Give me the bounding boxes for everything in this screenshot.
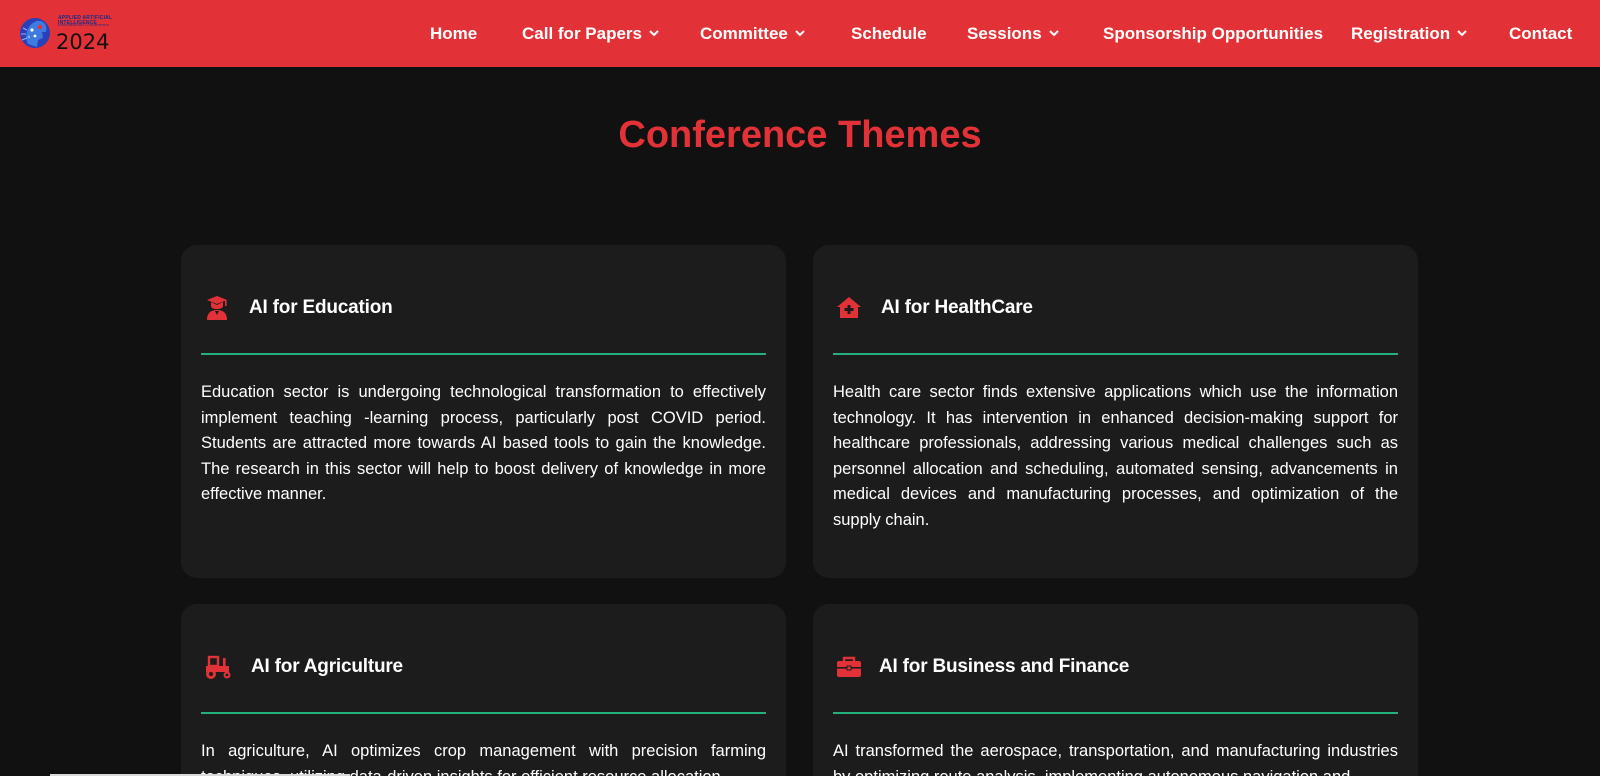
top-navbar: APPLIED ARTIFICIAL INTELLIGENCE Internat… xyxy=(0,0,1600,67)
section-title: Conference Themes xyxy=(618,114,982,156)
theme-card-business-finance: AI for Business and Finance AI transform… xyxy=(813,604,1418,776)
nav-contact[interactable]: Contact xyxy=(1509,0,1572,67)
theme-card-healthcare: AI for HealthCare Health care sector fin… xyxy=(813,245,1418,578)
nav-schedule[interactable]: Schedule xyxy=(851,0,927,67)
chevron-down-icon xyxy=(1048,29,1059,36)
chevron-down-icon xyxy=(795,29,805,36)
divider xyxy=(833,712,1398,714)
theme-description: AI transformed the aerospace, transporta… xyxy=(833,742,1398,776)
divider xyxy=(201,353,766,355)
theme-title: AI for Agriculture xyxy=(251,656,403,677)
theme-title: AI for Education xyxy=(249,297,393,318)
clinic-house-icon xyxy=(837,297,861,318)
tractor-icon xyxy=(206,655,231,679)
divider xyxy=(201,712,766,714)
theme-title: AI for HealthCare xyxy=(881,297,1033,318)
nav-sponsorship[interactable]: Sponsorship Opportunities xyxy=(1103,0,1323,67)
nav-home[interactable]: Home xyxy=(430,0,477,67)
chevron-down-icon xyxy=(649,29,659,36)
nav-registration[interactable]: Registration xyxy=(1351,0,1468,67)
theme-description: In agriculture, AI optimizes crop manage… xyxy=(201,742,766,776)
theme-description: Health care sector finds extensive appli… xyxy=(833,383,1398,529)
briefcase-icon xyxy=(837,656,861,677)
theme-description: Education sector is undergoing technolog… xyxy=(201,383,766,503)
graduate-icon xyxy=(207,296,227,320)
chevron-down-icon xyxy=(1457,29,1467,36)
theme-card-education: AI for Education Education sector is und… xyxy=(181,245,786,578)
nav-call-for-papers[interactable]: Call for Papers xyxy=(522,0,660,67)
theme-title: AI for Business and Finance xyxy=(879,656,1130,677)
nav-committee[interactable]: Committee xyxy=(700,0,806,67)
divider xyxy=(833,353,1398,355)
theme-card-agriculture: AI for Agriculture In agriculture, AI op… xyxy=(181,604,786,776)
nav-sessions[interactable]: Sessions xyxy=(967,0,1060,67)
main-nav: Home Call for Papers Committee Schedule … xyxy=(0,0,1600,67)
